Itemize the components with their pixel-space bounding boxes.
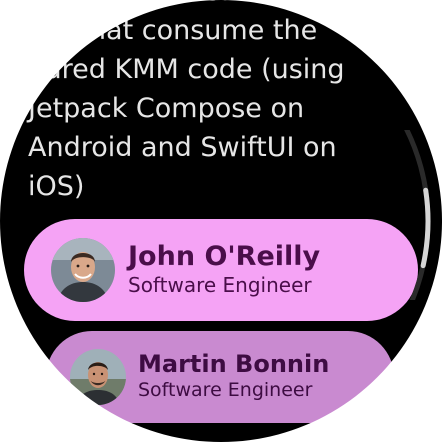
speaker-text: John O'Reilly Software Engineer <box>128 242 320 298</box>
position-indicator-thumb <box>420 187 431 269</box>
watch-screen: involvement of nts that consume the hare… <box>0 0 442 442</box>
session-description: involvement of nts that consume the hare… <box>28 0 345 202</box>
speaker-avatar <box>70 349 126 405</box>
person-photo-icon <box>51 238 115 302</box>
person-photo-icon <box>70 349 126 405</box>
speaker-name: Martin Bonnin <box>138 350 330 378</box>
speaker-chip-martin-bonnin[interactable]: Martin Bonnin Software Engineer <box>46 331 394 423</box>
position-indicator[interactable] <box>380 130 440 300</box>
speaker-avatar <box>51 238 115 302</box>
speaker-text: Martin Bonnin Software Engineer <box>138 351 329 403</box>
position-indicator-track <box>404 130 431 300</box>
speaker-title: Software Engineer <box>138 379 313 401</box>
speaker-name: John O'Reilly <box>128 241 321 272</box>
speaker-title: Software Engineer <box>128 273 312 297</box>
speaker-chip-john-oreilly[interactable]: John O'Reilly Software Engineer <box>24 219 418 321</box>
